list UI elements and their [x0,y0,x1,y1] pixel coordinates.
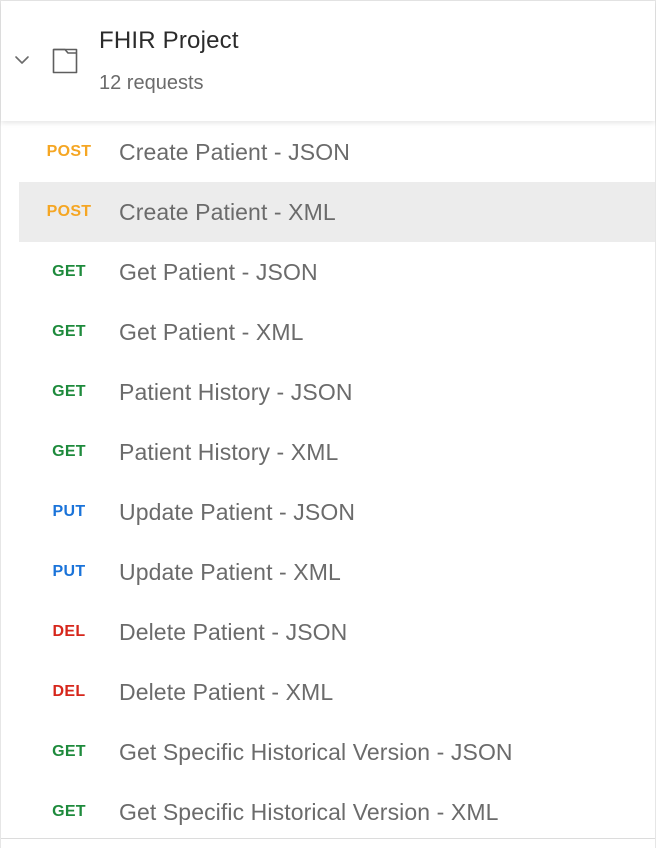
request-item[interactable]: DEL Delete Patient - JSON [19,602,655,662]
request-name: Get Specific Historical Version - JSON [119,738,513,765]
request-item[interactable]: DEL Delete Patient - XML [19,662,655,722]
method-badge: GET [52,803,86,820]
method-badge: GET [52,383,86,400]
request-item[interactable]: GET Get Patient - XML [19,302,655,362]
method-badge: DEL [52,623,86,640]
request-item[interactable]: POST Create Patient - JSON [19,122,655,182]
request-item[interactable]: GET Patient History - JSON [19,362,655,422]
request-name: Get Patient - JSON [119,258,318,285]
bottom-divider [1,838,655,839]
method-badge: GET [52,443,86,460]
method-badge: GET [52,263,86,280]
request-name: Delete Patient - JSON [119,618,348,645]
request-name: Create Patient - XML [119,198,336,225]
collection-header[interactable]: FHIR Project 12 requests [1,1,655,121]
folder-icon [51,47,79,75]
method-badge: GET [52,323,86,340]
collection-sidebar: FHIR Project 12 requests POST Create Pati… [0,0,656,848]
collection-title: FHIR Project [99,27,239,54]
method-badge: POST [46,203,92,220]
method-badge: POST [46,143,92,160]
method-badge: GET [52,743,86,760]
request-item[interactable]: GET Get Patient - JSON [19,242,655,302]
request-name: Patient History - XML [119,438,339,465]
request-name: Get Patient - XML [119,318,304,345]
request-item[interactable]: PUT Update Patient - JSON [19,482,655,542]
request-name: Update Patient - XML [119,558,341,585]
request-count: 12 requests [99,72,204,94]
request-name: Update Patient - JSON [119,498,356,525]
request-item[interactable]: POST Create Patient - XML [19,182,655,242]
request-name: Create Patient - JSON [119,138,350,165]
request-name: Patient History - JSON [119,378,353,405]
request-item[interactable]: PUT Update Patient - XML [19,542,655,602]
request-item[interactable]: GET Get Specific Historical Version - XML [19,782,655,842]
request-name: Delete Patient - XML [119,678,334,705]
request-name: Get Specific Historical Version - XML [119,798,499,825]
request-item[interactable]: GET Patient History - XML [19,422,655,482]
chevron-down-icon[interactable] [13,51,31,69]
method-badge: PUT [52,503,86,520]
method-badge: DEL [52,683,86,700]
method-badge: PUT [52,563,86,580]
request-item[interactable]: GET Get Specific Historical Version - JSO… [19,722,655,782]
request-list: POST Create Patient - JSON POST Create Pat… [19,122,655,842]
